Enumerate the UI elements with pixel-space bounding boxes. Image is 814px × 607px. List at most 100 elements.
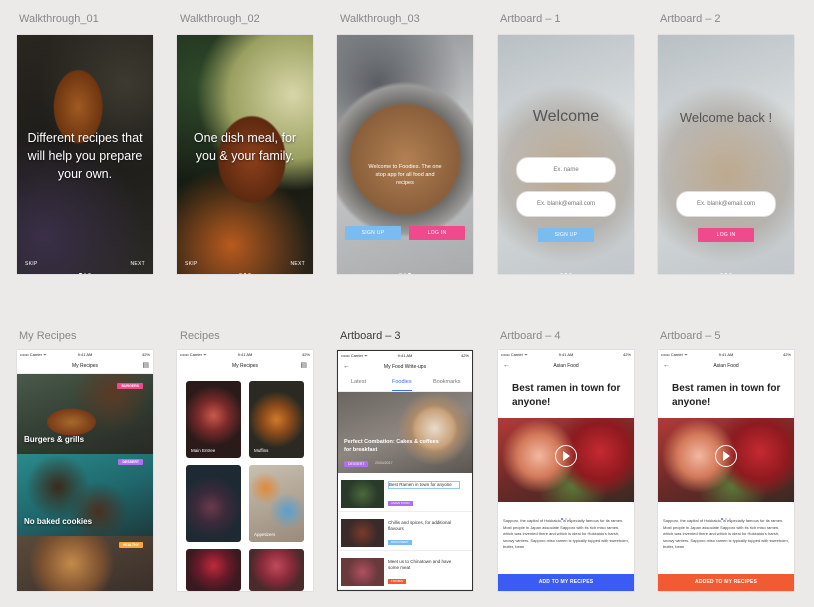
name-field[interactable]: Ex. name — [516, 157, 616, 183]
welcome-text: Welcome to Foodies. The one stop app for… — [368, 164, 442, 186]
tab-foodies[interactable]: Foodies — [392, 374, 412, 391]
battery: 42% — [301, 352, 310, 357]
nav-title: My Recipes — [231, 363, 259, 369]
artboard-walkthrough-01[interactable]: Different recipes that will help you pre… — [17, 35, 153, 274]
battery: 42% — [782, 352, 791, 357]
artboard-2[interactable]: Welcome back ! Ex. blank@email.com LOG I… — [658, 35, 794, 274]
welcome-back-title: Welcome back ! — [679, 110, 773, 125]
tab-latest[interactable]: Latest — [351, 374, 366, 390]
recipe-card[interactable] — [186, 549, 241, 591]
tag-badge: HEALTHY — [118, 542, 143, 548]
nav-title: Asian Food — [713, 363, 739, 369]
tile-title: No baked cookies — [24, 517, 93, 526]
tag-badge: ASIAN FOOD — [388, 501, 413, 506]
artboard-label-my-recipes[interactable]: My Recipes — [19, 330, 76, 342]
back-arrow-icon[interactable]: ← — [503, 359, 510, 373]
article-title: Best ramen in town for anyone! — [672, 383, 781, 408]
list-item[interactable]: Chillis and spices, for additional flavo… — [338, 516, 472, 551]
next-button[interactable]: NEXT — [130, 261, 145, 267]
list-item[interactable]: Best Ramen in town for anyone ASIAN FOOD — [338, 477, 472, 512]
nav-title: Asian Food — [553, 363, 579, 369]
time: 9:41 AM — [558, 352, 574, 357]
battery: 42% — [460, 353, 469, 358]
recipe-card[interactable]: Appetizers — [249, 465, 304, 542]
signup-button[interactable]: SIGN UP — [538, 228, 594, 242]
next-button[interactable]: NEXT — [290, 261, 305, 267]
walkthrough-text: Different recipes that will help you pre… — [27, 131, 143, 181]
tag-badge: DESSERT — [344, 461, 369, 467]
artboard-my-recipes[interactable]: •••oo Carrier ᯤ 9:41 AM 42% My Recipes ▤… — [17, 350, 153, 591]
artboard-5[interactable]: •••oo Carrier ᯤ 9:41 AM 42% ← Asian Food… — [658, 350, 794, 591]
artboard-label-walkthrough-01[interactable]: Walkthrough_01 — [19, 13, 99, 25]
tab-bookmarks[interactable]: Bookmarks — [433, 374, 461, 390]
artboard-label-walkthrough-02[interactable]: Walkthrough_02 — [180, 13, 260, 25]
navbar: My Recipes ▤ — [177, 359, 313, 373]
tag-badge: DISCOVERY — [388, 540, 412, 545]
add-to-recipes-button[interactable]: ADD TO MY RECIPES — [498, 574, 634, 591]
row-thumbnail — [341, 558, 384, 586]
tile-title: Burgers & grills — [24, 435, 85, 444]
email-field[interactable]: Ex. blank@email.com — [676, 191, 776, 217]
nav-title: My Recipes — [71, 363, 99, 369]
card-caption: Main Entree — [191, 448, 216, 453]
added-to-recipes-button[interactable]: ADDED TO MY RECIPES — [658, 574, 794, 591]
recipe-card[interactable]: Muffins — [249, 381, 304, 458]
tab-bar: Latest Foodies Bookmarks — [338, 374, 472, 392]
navbar: ← Asian Food — [498, 359, 634, 373]
hero-title: Perfect Combation: Cakes & coffees for b… — [344, 439, 439, 453]
time: 9:41 AM — [397, 353, 413, 358]
article-title: Best ramen in town for anyone! — [512, 383, 621, 408]
tag-badge: DESSERT — [118, 459, 143, 465]
status-bar: •••oo Carrier ᯤ 9:41 AM 42% — [658, 350, 794, 359]
hero-date: 20/04/2017 — [375, 461, 393, 465]
menu-icon[interactable]: ▤ — [142, 359, 149, 373]
article-image — [498, 418, 634, 502]
status-bar: •••oo Carrier ᯤ 9:41 AM 42% — [17, 350, 153, 359]
page-indicator — [337, 262, 473, 274]
article-image — [658, 418, 794, 502]
list-item[interactable]: Meet us to Chinatown and have some meat … — [338, 555, 472, 590]
artboard-label-artboard-4[interactable]: Artboard – 4 — [500, 330, 561, 342]
back-arrow-icon[interactable]: ← — [663, 359, 670, 373]
artboard-label-artboard-1[interactable]: Artboard – 1 — [500, 13, 561, 25]
status-bar: •••oo Carrier ᯤ 9:41 AM 42% — [498, 350, 634, 359]
article-body: Sapporo, the capital of Hokkaido, is esp… — [663, 518, 789, 549]
artboard-4[interactable]: •••oo Carrier ᯤ 9:41 AM 42% ← Asian Food… — [498, 350, 634, 591]
back-arrow-icon[interactable]: ← — [343, 360, 350, 374]
time: 9:41 AM — [237, 352, 253, 357]
play-icon[interactable] — [555, 445, 577, 467]
navbar: My Recipes ▤ — [17, 359, 153, 374]
recipe-card[interactable] — [249, 549, 304, 591]
time: 9:41 AM — [718, 352, 734, 357]
tag-badge: FROZEN — [388, 579, 407, 584]
recipe-tile[interactable]: BURGERS Burgers & grills — [17, 374, 153, 454]
artboard-label-recipes[interactable]: Recipes — [180, 330, 220, 342]
artboard-3[interactable]: •••oo Carrier ᯤ 9:41 AM 42% ← My Food Wr… — [337, 350, 473, 591]
artboard-1[interactable]: Welcome Ex. name Ex. blank@email.com SIG… — [498, 35, 634, 274]
login-button[interactable]: LOG IN — [698, 228, 754, 242]
artboard-label-artboard-5[interactable]: Artboard – 5 — [660, 330, 721, 342]
hero-card[interactable]: Perfect Combation: Cakes & coffees for b… — [338, 392, 472, 473]
signup-button[interactable]: SIGN UP — [345, 226, 401, 240]
nav-title: My Food Write-ups — [383, 364, 427, 370]
play-icon[interactable] — [715, 445, 737, 467]
artboard-walkthrough-03[interactable]: Welcome to Foodies. The one stop app for… — [337, 35, 473, 274]
artboard-label-artboard-3[interactable]: Artboard – 3 — [340, 330, 401, 342]
recipe-tile[interactable]: DESSERT No baked cookies — [17, 454, 153, 536]
article-body: Sapporo, the capital of Hokkaido, is esp… — [503, 518, 629, 549]
menu-icon[interactable]: ▤ — [300, 359, 307, 373]
tag-badge: BURGERS — [117, 383, 143, 389]
row-thumbnail — [341, 519, 384, 547]
artboard-walkthrough-02[interactable]: One dish meal, for you & your family. SK… — [177, 35, 313, 274]
card-caption: Muffins — [254, 448, 269, 453]
artboard-label-walkthrough-03[interactable]: Walkthrough_03 — [340, 13, 420, 25]
artboard-recipes[interactable]: •••oo Carrier ᯤ 9:41 AM 42% My Recipes ▤… — [177, 350, 313, 591]
card-caption: Appetizers — [254, 532, 276, 537]
walkthrough-text: One dish meal, for you & your family. — [193, 131, 297, 163]
artboard-label-artboard-2[interactable]: Artboard – 2 — [660, 13, 721, 25]
recipe-tile[interactable]: HEALTHY — [17, 536, 153, 591]
recipe-card[interactable]: Main Entree — [186, 381, 241, 458]
recipe-card[interactable] — [186, 465, 241, 542]
login-button[interactable]: LOG IN — [409, 226, 465, 240]
email-field[interactable]: Ex. blank@email.com — [516, 191, 616, 217]
